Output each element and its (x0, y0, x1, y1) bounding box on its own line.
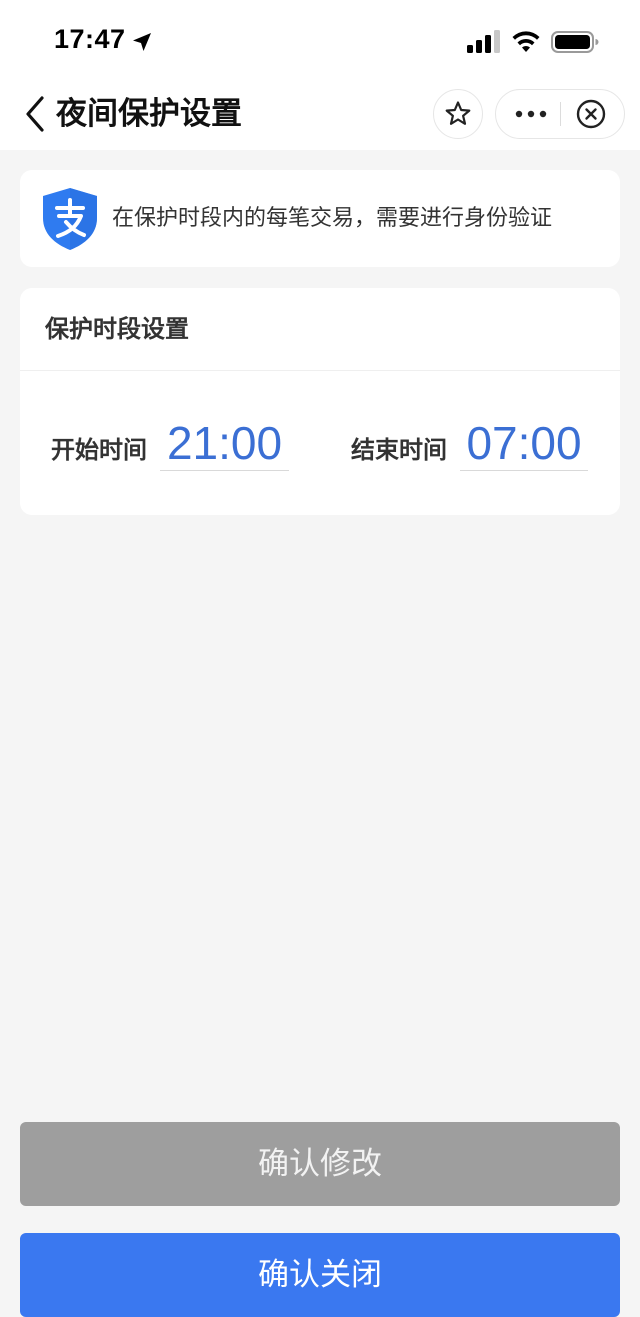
end-time-label: 结束时间 (351, 436, 447, 464)
end-time-picker[interactable]: 07:00 (460, 416, 588, 471)
close-button[interactable] (561, 90, 624, 138)
location-arrow-icon (133, 33, 151, 51)
info-card: 在保护时段内的每笔交易，需要进行身份验证 (20, 170, 620, 267)
more-button[interactable] (496, 90, 560, 138)
confirm-modify-button[interactable]: 确认修改 (20, 1122, 620, 1206)
close-circle-icon (576, 99, 606, 129)
favorite-button[interactable] (433, 89, 483, 139)
start-time-label: 开始时间 (51, 436, 147, 464)
chevron-left-icon[interactable] (18, 94, 52, 134)
more-icon (515, 110, 547, 118)
mini-program-capsule (495, 89, 625, 139)
signal-icon (467, 30, 500, 53)
wifi-icon (512, 31, 540, 52)
confirm-close-button[interactable]: 确认关闭 (20, 1233, 620, 1317)
status-bar: 17:47 (0, 0, 640, 80)
divider (20, 370, 620, 371)
status-time: 17:47 (54, 24, 126, 54)
alipay-shield-icon (43, 188, 97, 250)
settings-title: 保护时段设置 (45, 315, 189, 343)
info-text: 在保护时段内的每笔交易，需要进行身份验证 (112, 206, 553, 231)
start-time-picker[interactable]: 21:00 (160, 416, 289, 471)
nav-bar: 夜间保护设置 (0, 80, 640, 150)
page-title: 夜间保护设置 (56, 96, 242, 132)
settings-card: 保护时段设置 开始时间 21:00 结束时间 07:00 (20, 288, 620, 515)
battery-icon (551, 31, 599, 53)
star-icon (445, 101, 471, 125)
